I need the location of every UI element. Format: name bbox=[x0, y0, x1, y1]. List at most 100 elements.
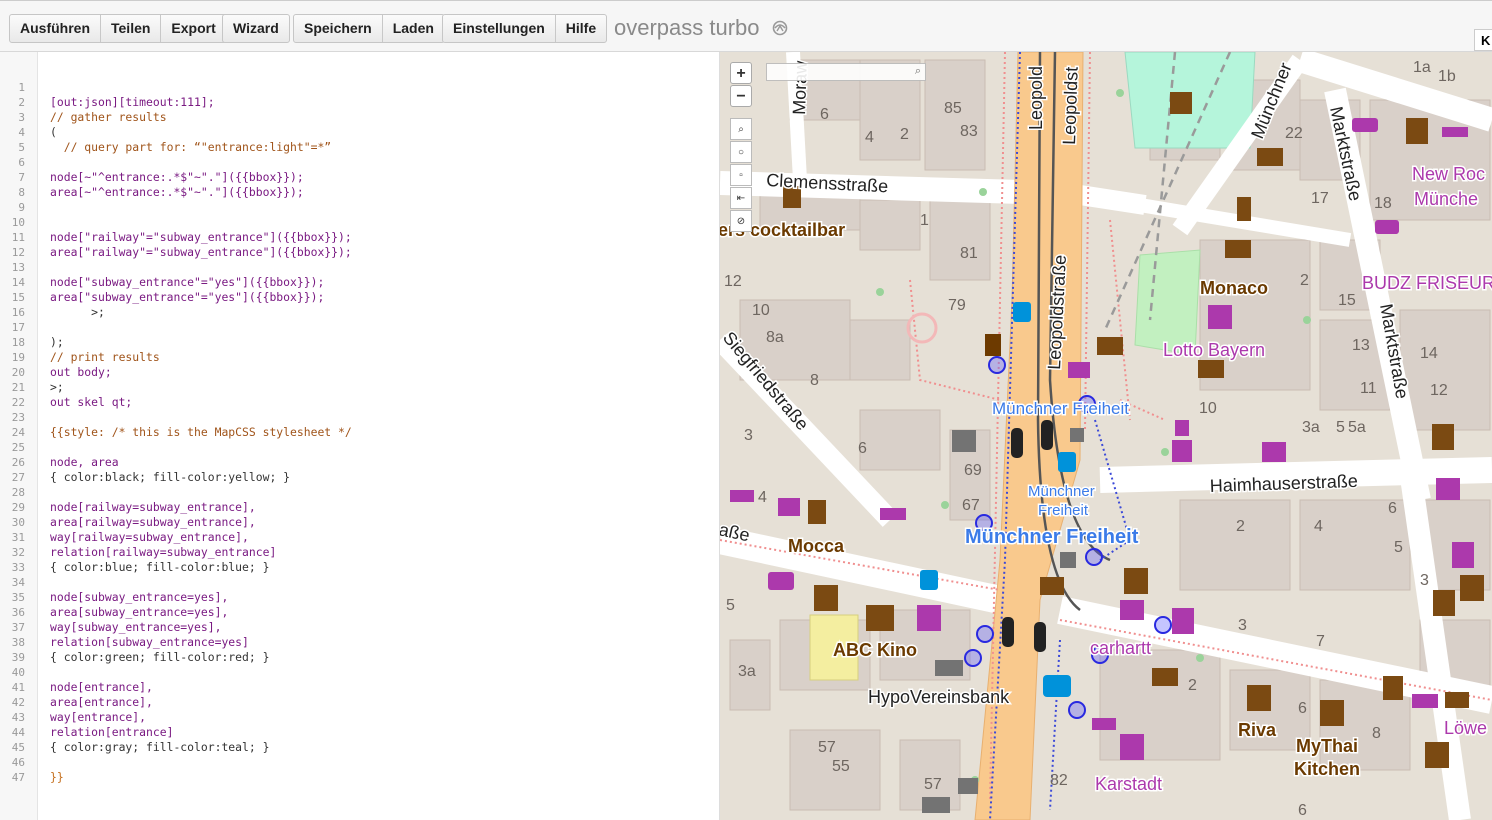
help-button[interactable]: Hilfe bbox=[556, 15, 606, 42]
hide-data-icon[interactable]: ⊘ bbox=[730, 210, 752, 232]
house-number: 10 bbox=[1199, 400, 1217, 417]
code-line[interactable]: >; bbox=[50, 380, 64, 394]
wizard-button[interactable]: Wizard bbox=[223, 15, 289, 42]
settings-button[interactable]: Einstellungen bbox=[443, 15, 556, 42]
house-number: 57 bbox=[924, 776, 942, 793]
line-number: 45 bbox=[11, 741, 25, 754]
code-line[interactable]: {{style: /* this is the MapCSS styleshee… bbox=[50, 425, 352, 439]
code-line[interactable]: way[entrance], bbox=[50, 710, 146, 724]
line-number: 19 bbox=[11, 351, 25, 364]
overpass-logo-icon bbox=[772, 20, 787, 36]
code-line[interactable]: { color:blue; fill-color:blue; } bbox=[50, 560, 269, 574]
code-line[interactable]: [out:json][timeout:111]; bbox=[50, 95, 215, 109]
line-number: 32 bbox=[11, 546, 25, 559]
line-number: 2 bbox=[18, 96, 25, 109]
station-label-2b: Freiheit bbox=[1038, 502, 1089, 519]
code-line[interactable]: // gather results bbox=[50, 110, 167, 124]
line-number: 39 bbox=[11, 651, 25, 664]
code-line[interactable]: { color:green; fill-color:red; } bbox=[50, 650, 269, 664]
code-line[interactable]: way[subway_entrance=yes], bbox=[50, 620, 221, 634]
line-number: 3 bbox=[18, 111, 25, 124]
house-number: 4 bbox=[758, 489, 767, 506]
toolbar: Ausführen Teilen Export Wizard Speichern… bbox=[0, 0, 1492, 52]
house-number: 79 bbox=[948, 297, 966, 314]
house-number: 18 bbox=[1374, 195, 1392, 212]
poi-label-abc-kino: ABC Kino bbox=[833, 640, 917, 660]
code-line[interactable]: }} bbox=[50, 770, 64, 784]
line-number: 4 bbox=[18, 126, 25, 139]
line-number: 14 bbox=[11, 276, 25, 289]
zoom-out-button[interactable]: − bbox=[730, 85, 752, 107]
export-button[interactable]: Export bbox=[161, 15, 225, 42]
line-number: 16 bbox=[11, 306, 25, 319]
center-circle-icon[interactable]: ○ bbox=[730, 141, 752, 163]
code-line[interactable]: node["railway"="subway_entrance"]({{bbox… bbox=[50, 230, 352, 244]
line-number: 40 bbox=[11, 666, 25, 679]
code-line[interactable]: { color:black; fill-color:yellow; } bbox=[50, 470, 290, 484]
house-number: 5 bbox=[1394, 539, 1403, 556]
code-line[interactable]: node[entrance], bbox=[50, 680, 153, 694]
poi-label-riva: Riva bbox=[1238, 720, 1277, 740]
code-line[interactable]: >; bbox=[50, 305, 105, 319]
line-number: 13 bbox=[11, 261, 25, 274]
line-number: 43 bbox=[11, 711, 25, 724]
code-line[interactable]: area["subway_entrance"="yes"]({{bbox}}); bbox=[50, 290, 324, 304]
map-canvas[interactable]: Clemensstraße Haimhauserstraße Siegfried… bbox=[720, 52, 1492, 820]
code-line[interactable]: node, area bbox=[50, 455, 119, 469]
zoom-in-button[interactable]: + bbox=[730, 62, 752, 84]
code-line[interactable]: node["subway_entrance"="yes"]({{bbox}}); bbox=[50, 275, 324, 289]
code-line[interactable]: area[entrance], bbox=[50, 695, 153, 709]
house-number: 67 bbox=[962, 497, 980, 514]
line-number: 25 bbox=[11, 441, 25, 454]
line-number: 38 bbox=[11, 636, 25, 649]
house-number: 1 bbox=[920, 212, 929, 229]
map-search-input[interactable]: ⌕ bbox=[766, 63, 926, 81]
code-line[interactable]: ( bbox=[50, 125, 57, 139]
code-line[interactable]: relation[railway=subway_entrance] bbox=[50, 545, 276, 559]
code-line[interactable]: relation[entrance] bbox=[50, 725, 173, 739]
line-number: 5 bbox=[18, 141, 25, 154]
run-button[interactable]: Ausführen bbox=[10, 15, 101, 42]
code-line[interactable]: area[railway=subway_entrance], bbox=[50, 515, 256, 529]
share-button[interactable]: Teilen bbox=[101, 15, 162, 42]
house-number: 7 bbox=[1316, 633, 1325, 650]
map-view[interactable]: Clemensstraße Haimhauserstraße Siegfried… bbox=[720, 52, 1492, 820]
code-line[interactable]: relation[subway_entrance=yes] bbox=[50, 635, 249, 649]
code-editor[interactable]: 1 2 3 4 5 6 7 8 9 10 11 12 13 14 15 16 17 18 19 20 21 22 23 24 2… bbox=[0, 52, 720, 820]
poi-label-loewe: Löwe bbox=[1444, 718, 1487, 738]
poi-label-newrock-2: Münche bbox=[1414, 189, 1478, 209]
street-label-leopold-top2: Leopoldst bbox=[1059, 66, 1082, 145]
code-line[interactable]: area["railway"="subway_entrance"]({{bbox… bbox=[50, 245, 352, 259]
code-line[interactable]: out skel qt; bbox=[50, 395, 132, 409]
line-number: 11 bbox=[11, 231, 25, 244]
code-line[interactable]: node[subway_entrance=yes], bbox=[50, 590, 228, 604]
first-step-icon[interactable]: ⇤ bbox=[730, 187, 752, 209]
house-number: 3a bbox=[1302, 419, 1320, 436]
load-button[interactable]: Laden bbox=[383, 15, 444, 42]
code-line[interactable]: area[subway_entrance=yes], bbox=[50, 605, 228, 619]
house-number: 2 bbox=[900, 126, 909, 143]
code-line[interactable]: node[railway=subway_entrance], bbox=[50, 500, 256, 514]
code-line[interactable]: way[railway=subway_entrance], bbox=[50, 530, 249, 544]
search-zoom-icon[interactable]: ⌕ bbox=[730, 118, 752, 140]
corner-button[interactable]: K bbox=[1474, 29, 1492, 51]
code-line[interactable]: // query part for: “"entrance:light"=*” bbox=[50, 140, 331, 154]
code-line[interactable]: node[~"^entrance:.*$"~"."]({{bbox}}); bbox=[50, 170, 304, 184]
code-line[interactable]: out body; bbox=[50, 365, 112, 379]
code-line[interactable]: { color:gray; fill-color:teal; } bbox=[50, 740, 269, 754]
house-number: 6 bbox=[1388, 500, 1397, 517]
code-line[interactable]: ); bbox=[50, 335, 64, 349]
house-number: 3 bbox=[1420, 572, 1429, 589]
line-number: 6 bbox=[18, 156, 25, 169]
house-number: 8a bbox=[766, 329, 784, 346]
line-number: 29 bbox=[11, 501, 25, 514]
code-line[interactable]: // print results bbox=[50, 350, 160, 364]
house-number: 1a bbox=[1413, 59, 1431, 76]
poi-label-monaco: Monaco bbox=[1200, 278, 1268, 298]
line-number: 22 bbox=[11, 396, 25, 409]
station-label-3: Münchner Freiheit bbox=[965, 526, 1139, 548]
fit-data-icon[interactable]: ▫ bbox=[730, 164, 752, 186]
save-button[interactable]: Speichern bbox=[294, 15, 383, 42]
code-line[interactable]: area[~"^entrance:.*$"~"."]({{bbox}}); bbox=[50, 185, 304, 199]
brand-text: overpass turbo bbox=[614, 15, 760, 40]
